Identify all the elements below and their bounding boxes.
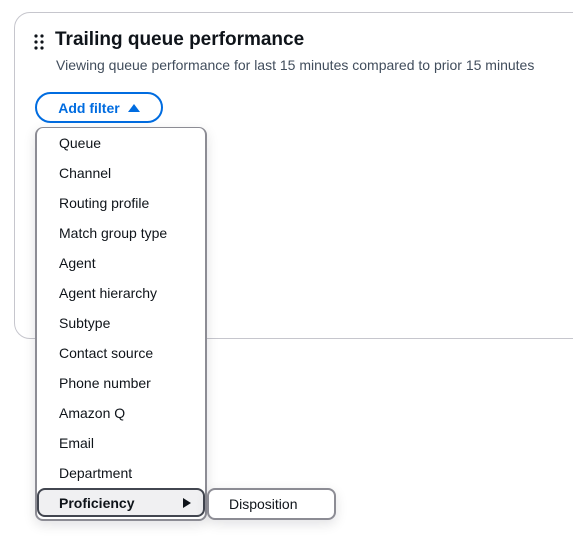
menu-item-subtype[interactable]: Subtype [59, 315, 110, 331]
menu-item-department[interactable]: Department [59, 465, 132, 481]
menu-item-agent[interactable]: Agent [59, 255, 96, 271]
menu-item-amazon-q[interactable]: Amazon Q [59, 405, 125, 421]
menu-item-email[interactable]: Email [59, 435, 94, 451]
filter-dropdown-menu: Queue Channel Routing profile Match grou… [35, 127, 207, 521]
menu-item-proficiency[interactable]: Proficiency [37, 488, 205, 517]
menu-item-match-group-type[interactable]: Match group type [59, 225, 167, 241]
drag-handle-icon[interactable] [34, 34, 44, 50]
widget-title: Trailing queue performance [55, 29, 305, 50]
widget-subtitle: Viewing queue performance for last 15 mi… [56, 57, 535, 73]
caret-right-icon [183, 498, 191, 508]
menu-item-agent-hierarchy[interactable]: Agent hierarchy [59, 285, 157, 301]
caret-up-icon [127, 103, 140, 112]
submenu-item-disposition[interactable]: Disposition [229, 496, 297, 512]
menu-item-routing-profile[interactable]: Routing profile [59, 195, 149, 211]
add-filter-button[interactable]: Add filter [35, 92, 163, 123]
menu-item-proficiency-label: Proficiency [59, 495, 135, 511]
menu-item-contact-source[interactable]: Contact source [59, 345, 153, 361]
add-filter-label: Add filter [58, 99, 120, 116]
menu-item-channel[interactable]: Channel [59, 165, 111, 181]
menu-item-phone-number[interactable]: Phone number [59, 375, 151, 391]
menu-item-queue[interactable]: Queue [59, 135, 101, 151]
proficiency-submenu: Disposition [207, 488, 336, 520]
